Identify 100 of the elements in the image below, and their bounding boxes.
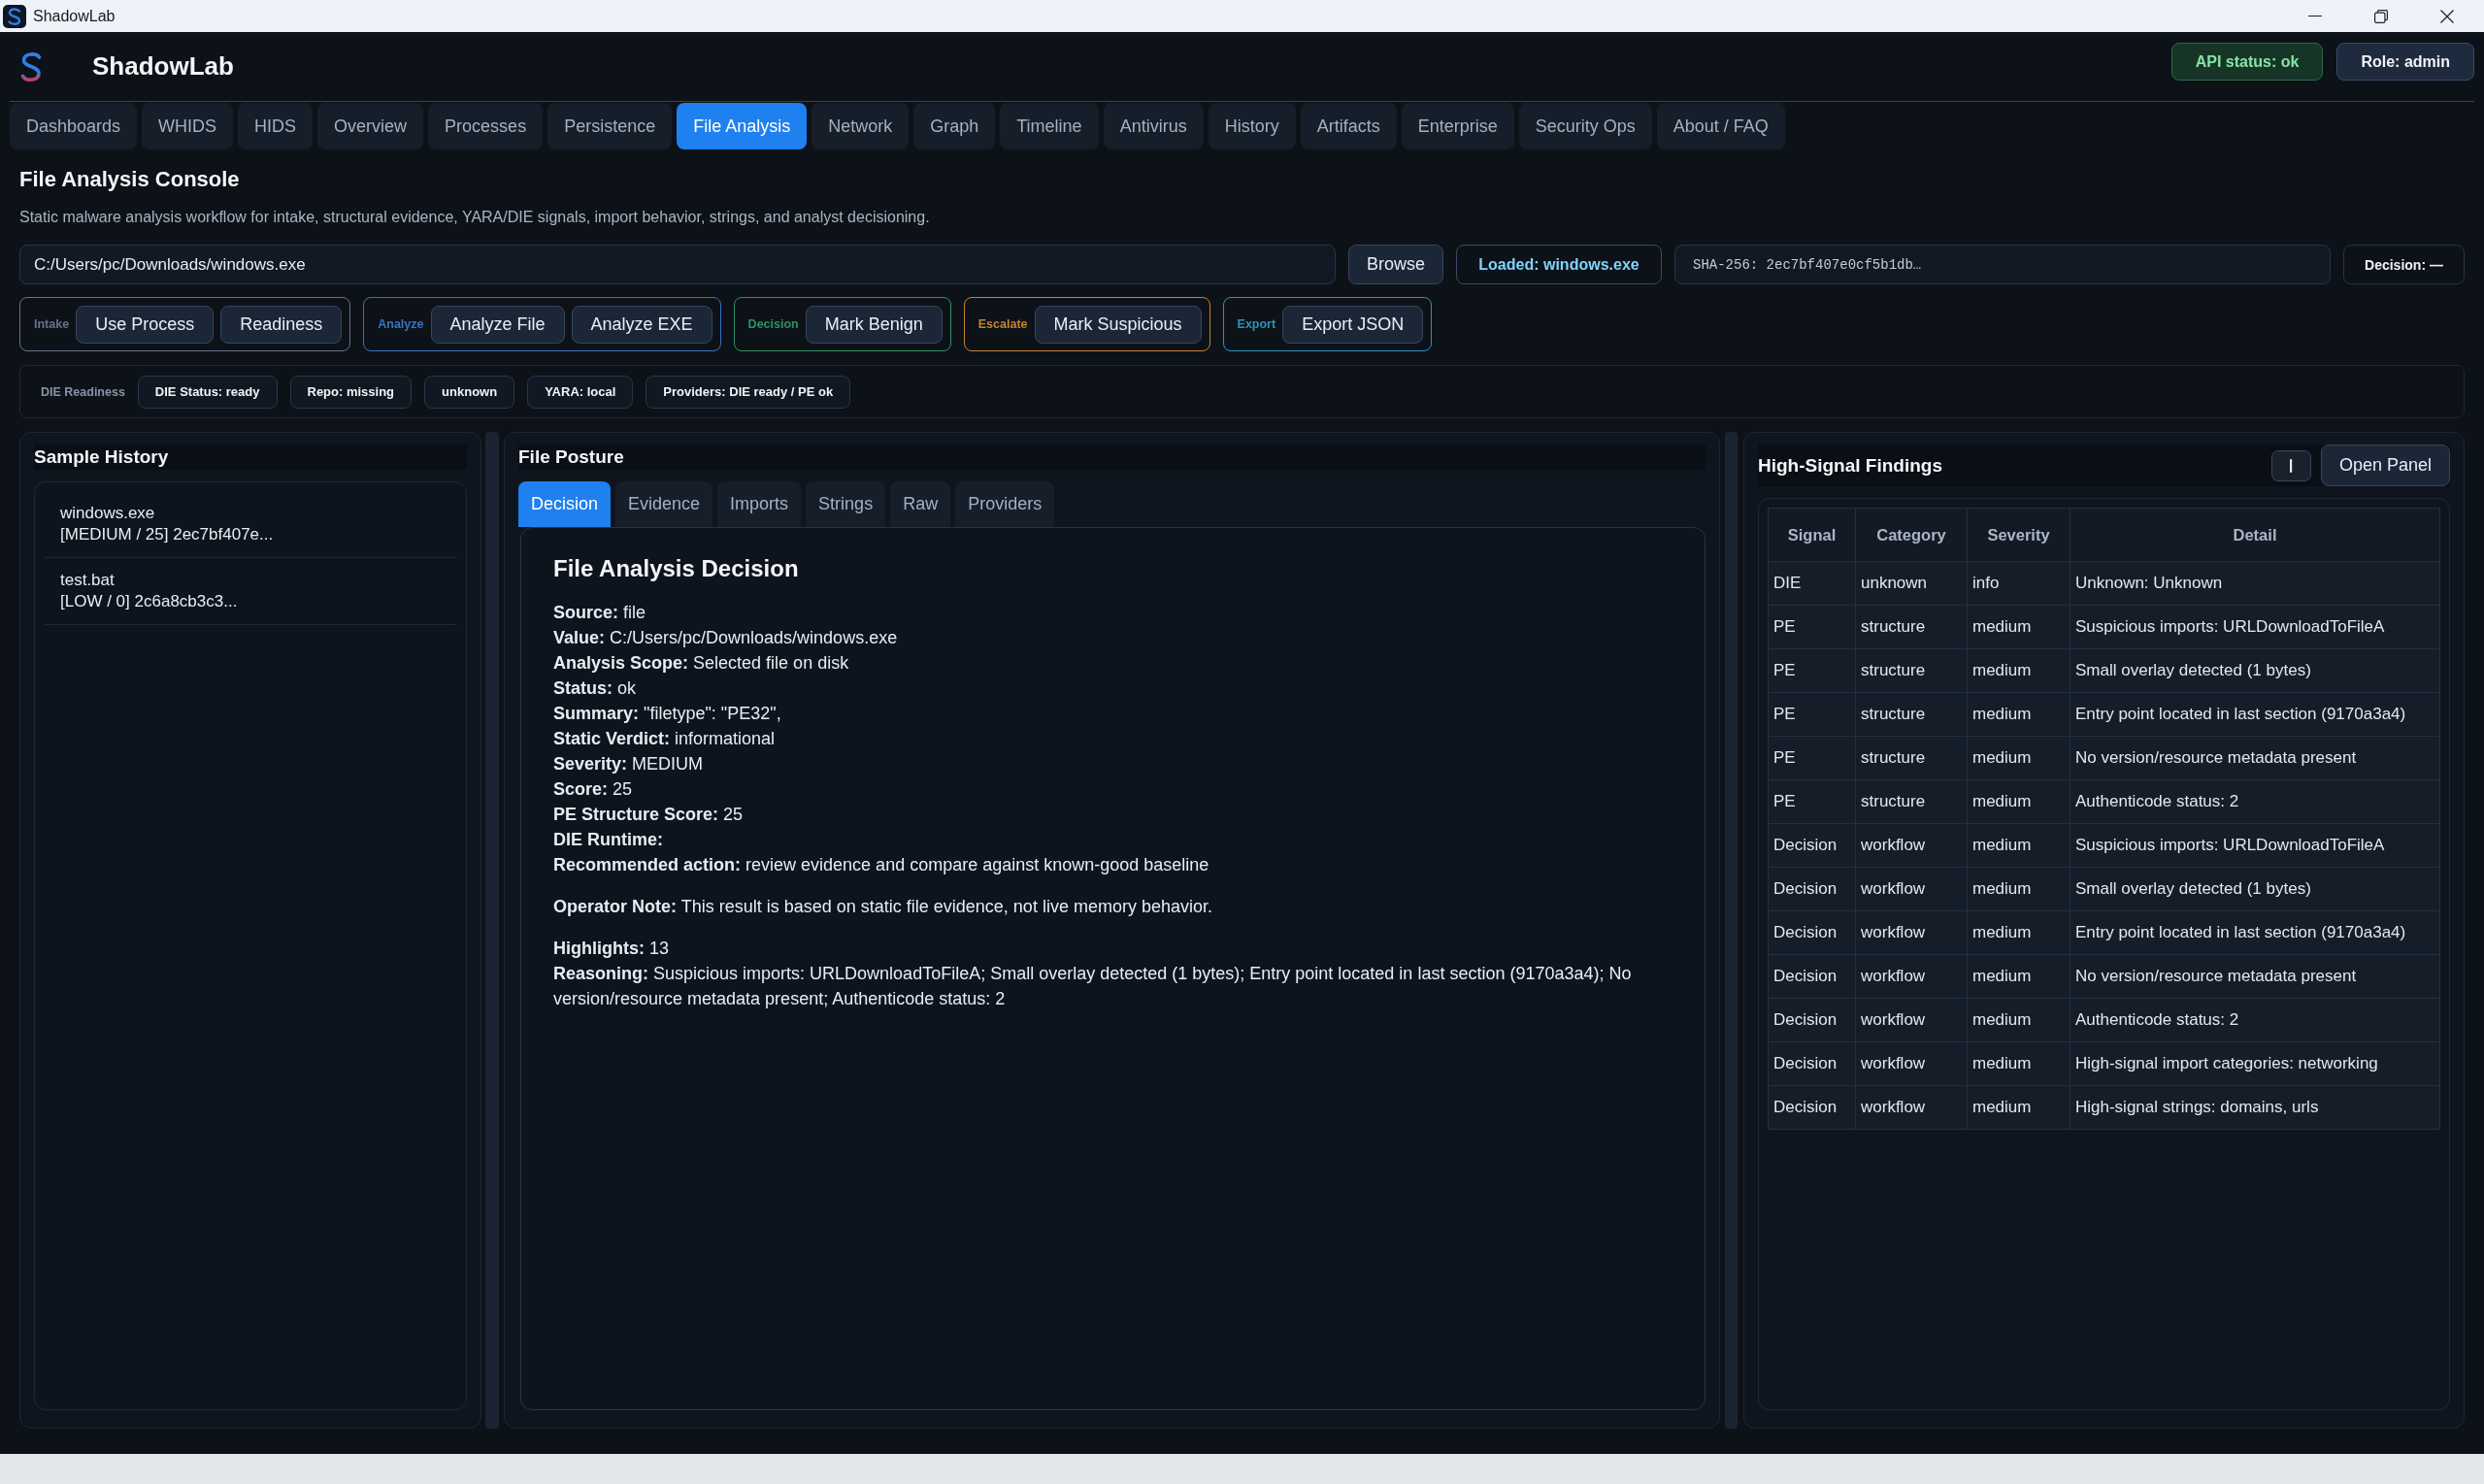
action-button[interactable]: Mark Suspicious: [1034, 305, 1202, 344]
table-cell: No version/resource metadata present: [2070, 954, 2440, 999]
sample-item[interactable]: test.bat [LOW / 0] 2c6a8cb3c3...: [45, 558, 456, 625]
table-cell: Decision: [1768, 823, 1856, 868]
table-cell: workflow: [1855, 910, 1968, 955]
nav-tab[interactable]: Dashboards: [10, 103, 138, 149]
table-cell: medium: [1967, 692, 2070, 737]
nav-tab[interactable]: Overview: [317, 103, 424, 149]
group-label: Export: [1237, 317, 1276, 331]
decision-field: Highlights: 13: [553, 936, 1673, 961]
nav-tab[interactable]: HIDS: [238, 103, 314, 149]
action-button[interactable]: Analyze EXE: [571, 305, 712, 344]
close-icon[interactable]: [2440, 9, 2454, 23]
status-chip: unknown: [424, 375, 515, 409]
status-chip: DIE Status: ready: [137, 375, 278, 409]
path-field[interactable]: C:/Users/pc/Downloads/windows.exe: [19, 245, 1336, 284]
column-header: Category: [1855, 508, 1968, 562]
action-button[interactable]: Mark Benign: [805, 305, 943, 344]
loaded-file-label: Loaded: windows.exe: [1456, 245, 1662, 284]
table-cell: DIE: [1768, 561, 1856, 606]
api-status-badge: API status: ok: [2170, 43, 2324, 81]
nav-tab[interactable]: WHIDS: [142, 103, 234, 149]
table-cell: Suspicious imports: URLDownloadToFileA: [2070, 823, 2440, 868]
posture-tab[interactable]: Evidence: [615, 481, 713, 527]
minimize-icon[interactable]: [2308, 15, 2322, 17]
table-cell: medium: [1967, 910, 2070, 955]
panel-title: Sample History: [34, 446, 169, 468]
nav-tab[interactable]: About / FAQ: [1656, 103, 1785, 149]
status-chip: YARA: local: [527, 375, 634, 409]
decision-field: Recommended action: review evidence and compare against known-good baseline: [553, 852, 1673, 877]
nav-tab[interactable]: File Analysis: [677, 103, 808, 149]
nav-tab[interactable]: Antivirus: [1103, 103, 1204, 149]
decision-field: Analysis Scope: Selected file on disk: [553, 650, 1673, 676]
table-cell: Decision: [1768, 998, 1856, 1042]
table-cell: structure: [1855, 736, 1968, 780]
app-icon: [3, 4, 26, 28]
table-cell: PE: [1768, 605, 1856, 649]
table-cell: workflow: [1855, 954, 1968, 999]
decision-field: DIE Runtime:: [553, 827, 1673, 852]
column-header: Detail: [2070, 508, 2440, 562]
nav-tab[interactable]: Timeline: [1000, 103, 1099, 149]
decision-title: File Analysis Decision: [553, 554, 800, 583]
table-cell: workflow: [1855, 1085, 1968, 1130]
table-cell: Suspicious imports: URLDownloadToFileA: [2070, 605, 2440, 649]
table-cell: structure: [1855, 605, 1968, 649]
page-description: Static malware analysis workflow for intake, structural evidence, YARA/DIE signals, import behavior, strings, and analyst decisioning.: [19, 208, 931, 227]
table-cell: Authenticode status: 2: [2070, 998, 2440, 1042]
table-cell: PE: [1768, 779, 1856, 824]
splitter-handle[interactable]: [1725, 432, 1738, 1429]
nav-tab[interactable]: Security Ops: [1518, 103, 1652, 149]
role-badge: Role: admin: [2336, 43, 2474, 81]
table-cell: info: [1967, 561, 2070, 606]
action-button[interactable]: Use Process: [76, 305, 215, 344]
table-cell: Unknown: Unknown: [2070, 561, 2440, 606]
action-button[interactable]: Analyze File: [430, 305, 565, 344]
table-cell: Authenticode status: 2: [2070, 779, 2440, 824]
posture-tab[interactable]: Raw: [890, 481, 951, 527]
table-cell: Entry point located in last section (9170a3a4): [2070, 910, 2440, 955]
action-button[interactable]: Readiness: [220, 305, 343, 344]
nav-tab[interactable]: History: [1208, 103, 1296, 149]
status-chip: Providers: DIE ready / PE ok: [646, 375, 851, 409]
toggle-button[interactable]: [2271, 449, 2311, 481]
table-cell: structure: [1855, 779, 1968, 824]
nav-tab[interactable]: Network: [811, 103, 910, 149]
browse-button[interactable]: Browse: [1348, 245, 1443, 284]
posture-tab[interactable]: Decision: [518, 481, 612, 527]
posture-tab[interactable]: Providers: [955, 481, 1055, 527]
decision-field: Summary: "filetype": "PE32",: [553, 701, 1673, 726]
nav-tab[interactable]: Artifacts: [1300, 103, 1397, 149]
sample-item[interactable]: windows.exe [MEDIUM / 25] 2ec7bf407e...: [45, 491, 456, 558]
decision-status: Decision: —: [2343, 245, 2465, 284]
readiness-label: DIE Readiness: [41, 384, 125, 399]
table-cell: Decision: [1768, 1085, 1856, 1130]
status-chip: Repo: missing: [289, 375, 413, 409]
column-header: Severity: [1967, 508, 2070, 562]
table-cell: medium: [1967, 867, 2070, 911]
table-cell: medium: [1967, 823, 2070, 868]
page-title: File Analysis Console: [19, 166, 241, 193]
table-cell: High-signal strings: domains, urls: [2070, 1085, 2440, 1130]
nav-tab[interactable]: Persistence: [547, 103, 673, 149]
restore-icon[interactable]: [2374, 9, 2388, 23]
open-panel-button[interactable]: Open Panel: [2321, 445, 2450, 486]
posture-tab[interactable]: Strings: [806, 481, 886, 527]
hash-display: SHA-256: 2ec7bf407e0cf5b1db…: [1674, 245, 2331, 284]
table-cell: Entry point located in last section (9170a3a4): [2070, 692, 2440, 737]
group-label: Intake: [34, 317, 70, 331]
panel-title: File Posture: [518, 446, 624, 468]
nav-tab[interactable]: Processes: [428, 103, 544, 149]
window-title: ShadowLab: [33, 7, 116, 25]
posture-tab[interactable]: Imports: [717, 481, 802, 527]
table-cell: Small overlay detected (1 bytes): [2070, 867, 2440, 911]
panel-title: High-Signal Findings: [1758, 454, 1942, 477]
table-cell: medium: [1967, 648, 2070, 693]
nav-tab[interactable]: Graph: [913, 103, 996, 149]
table-cell: Decision: [1768, 867, 1856, 911]
table-cell: medium: [1967, 954, 2070, 999]
splitter-handle[interactable]: [485, 432, 499, 1429]
action-button[interactable]: Export JSON: [1282, 305, 1424, 344]
nav-tab[interactable]: Enterprise: [1401, 103, 1514, 149]
column-header: Signal: [1768, 508, 1856, 562]
